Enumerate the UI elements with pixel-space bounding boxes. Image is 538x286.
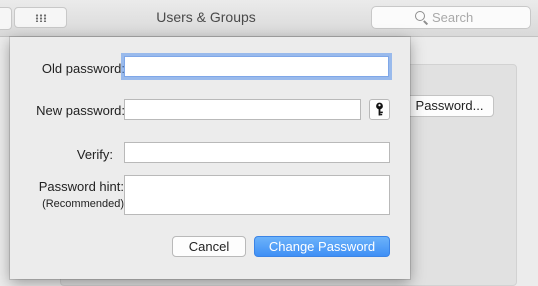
old-password-field[interactable]: [124, 56, 389, 77]
window-title: Users & Groups: [156, 9, 256, 25]
window-titlebar: Users & Groups Search: [0, 0, 538, 37]
new-password-field[interactable]: [124, 99, 361, 120]
change-password-button-bg[interactable]: Password...: [405, 95, 494, 117]
change-password-sheet: Old password: New password: Verify: Pass…: [10, 37, 410, 279]
password-assistant-button[interactable]: [369, 99, 390, 120]
old-password-label: Old password:: [41, 61, 125, 76]
search-placeholder: Search: [432, 10, 474, 25]
search-input[interactable]: Search: [371, 6, 531, 29]
search-icon: [415, 11, 425, 21]
change-password-button[interactable]: Change Password: [254, 236, 390, 257]
password-hint-sublabel: (Recommended): [42, 198, 124, 210]
verify-field[interactable]: [124, 142, 390, 163]
verify-label: Verify:: [76, 147, 113, 162]
new-password-label: New password:: [36, 103, 125, 118]
grid-icon: [35, 14, 47, 22]
show-all-button[interactable]: [14, 7, 67, 28]
password-hint-label: Password hint:: [38, 179, 124, 194]
key-icon: [376, 102, 383, 116]
cancel-button[interactable]: Cancel: [172, 236, 246, 257]
password-hint-field[interactable]: [124, 175, 390, 215]
back-button[interactable]: [0, 7, 12, 30]
